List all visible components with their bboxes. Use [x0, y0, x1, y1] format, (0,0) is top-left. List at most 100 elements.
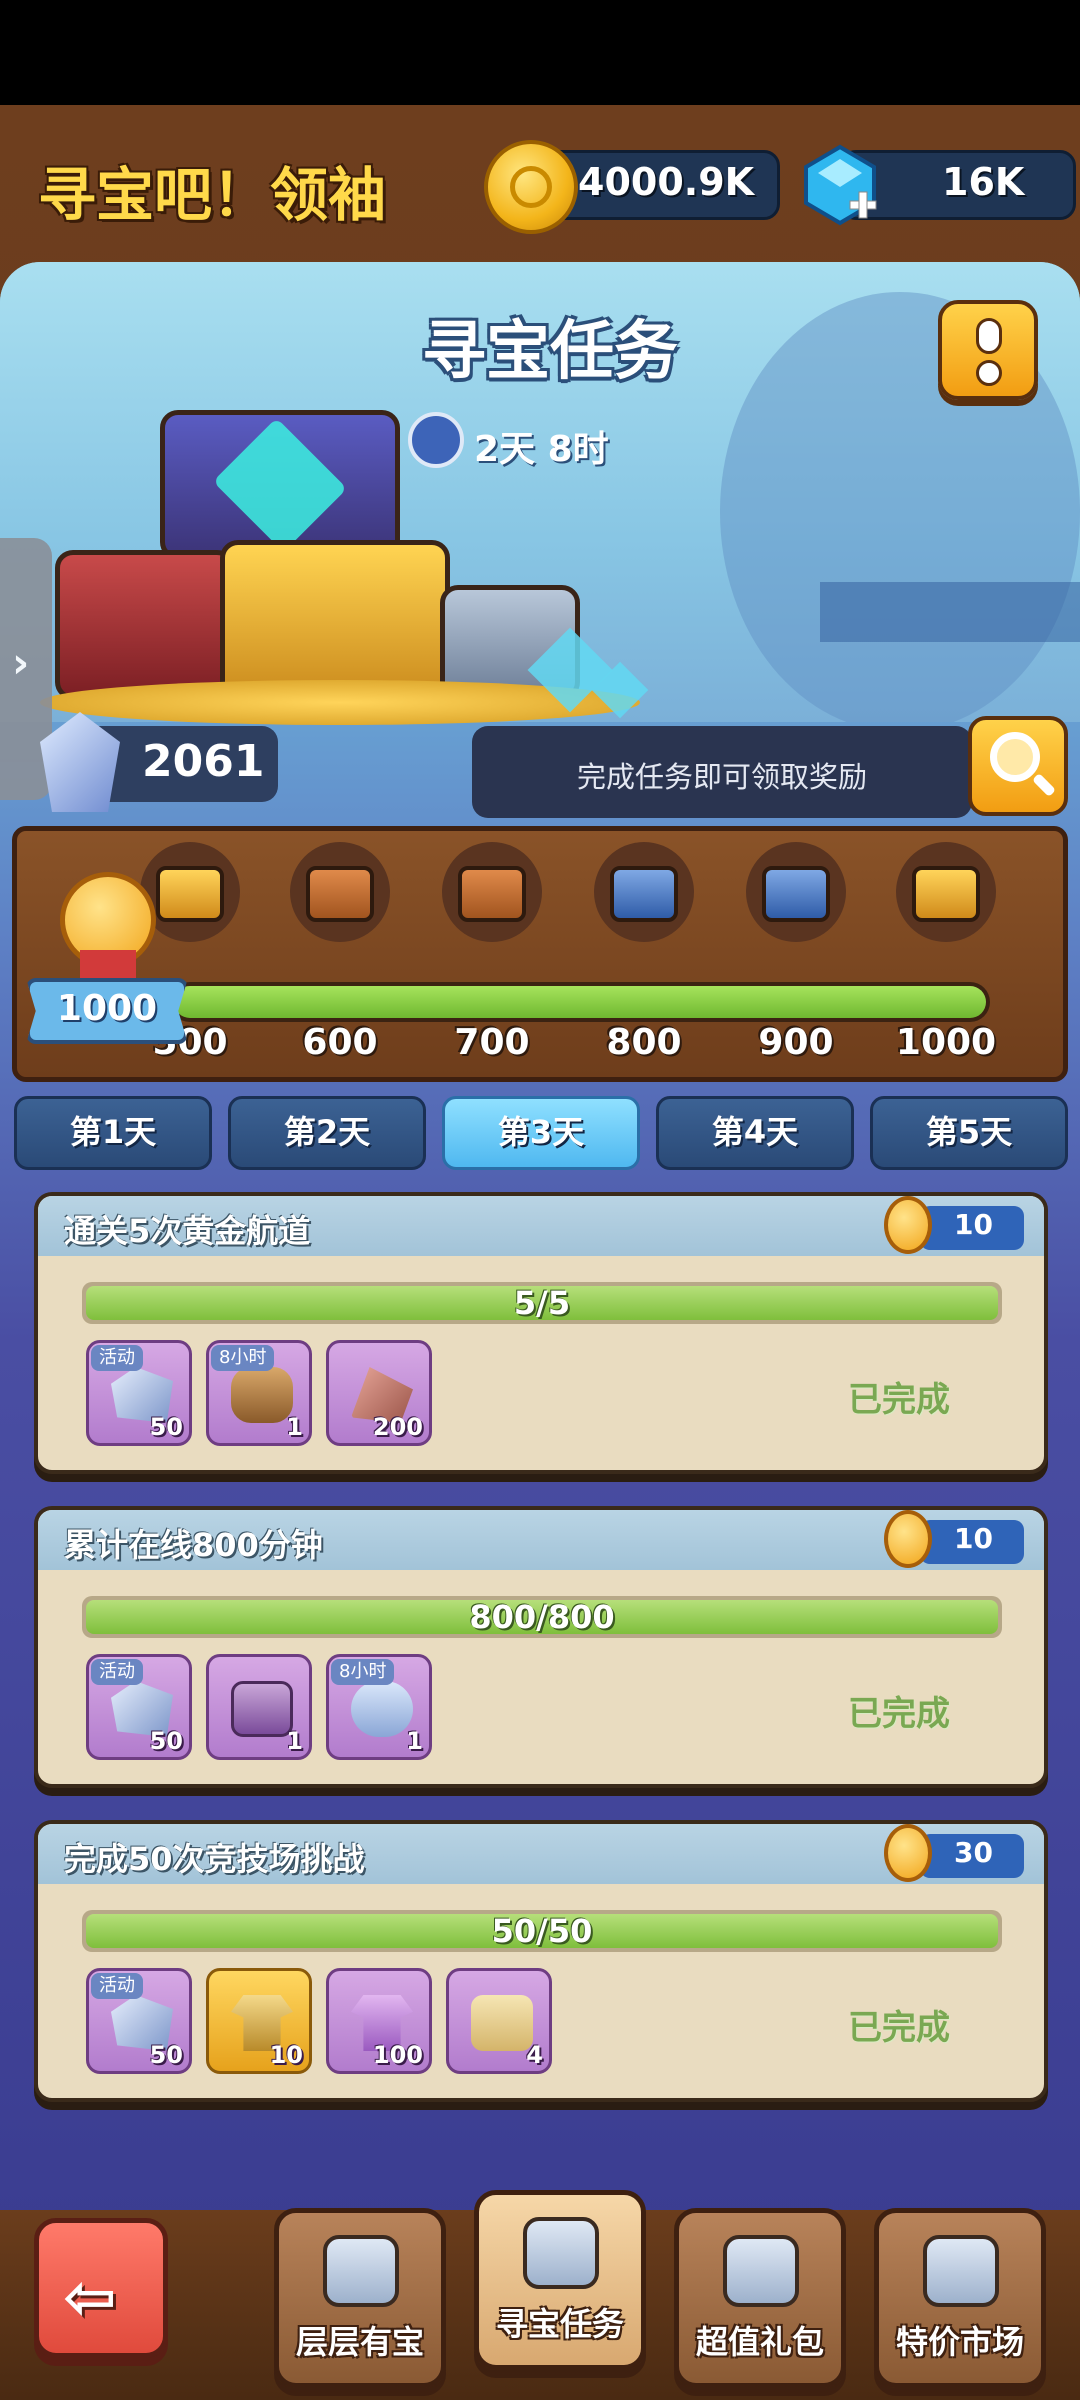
info-button[interactable] [938, 300, 1038, 400]
nav-button-3[interactable]: 超值礼包 [674, 2208, 846, 2388]
milestone-5[interactable] [746, 842, 846, 942]
nav-button-2[interactable]: 寻宝任务 [474, 2190, 646, 2370]
reward-item[interactable]: 100 [326, 1968, 432, 2074]
milestone-4[interactable] [594, 842, 694, 942]
points-medal-icon [884, 1824, 932, 1882]
scroll-icon [471, 1995, 533, 2051]
gold-chest-icon [156, 866, 224, 922]
task-title: 通关5次黄金航道 [64, 1212, 311, 1250]
reward-item[interactable]: 8小时 1 [326, 1654, 432, 1760]
task-title: 完成50次竞技场挑战 [64, 1840, 365, 1878]
gem-plus-icon[interactable] [800, 143, 880, 231]
reward-item[interactable]: 8小时 1 [206, 1340, 312, 1446]
info-icon [976, 318, 1002, 354]
reward-count: 1 [286, 1727, 303, 1755]
event-timer: 2天 8时 [474, 429, 609, 470]
chest-icon [231, 1681, 293, 1737]
game-title: 寻宝吧！领袖 [38, 161, 387, 229]
red-chest-art [55, 550, 235, 700]
reward-item[interactable]: 活动 50 [86, 1340, 192, 1446]
tab-day-3[interactable]: 第3天 [442, 1096, 640, 1170]
current-points: 1000 [56, 988, 158, 1029]
task-status: 已完成 [848, 2008, 950, 2048]
nav-button-4[interactable]: 特价市场 [874, 2208, 1046, 2388]
milestone-6[interactable] [896, 842, 996, 942]
reward-count: 200 [372, 1413, 423, 1441]
nav-label: 寻宝任务 [495, 2305, 624, 2343]
coin-icon [484, 140, 578, 234]
reward-count: 50 [149, 1727, 183, 1755]
milestone-label: 1000 [895, 1022, 997, 1063]
task-progress-text: 800/800 [469, 1598, 615, 1636]
milestone-label: 600 [302, 1022, 378, 1063]
crystal-count: 2061 [142, 736, 265, 787]
brown-chest-icon [306, 866, 374, 922]
task-card: 累计在线800分钟 10 800/800 已完成 活动 50 1 8小时 1 [34, 1506, 1048, 1788]
reward-tag: 活动 [91, 1345, 143, 1371]
points-medal-icon [884, 1196, 932, 1254]
coin-value: 4000.9K [578, 160, 755, 204]
reward-count: 50 [149, 1413, 183, 1441]
tab-day-1[interactable]: 第1天 [14, 1096, 212, 1170]
blue-chest-icon [762, 866, 830, 922]
clipboard-icon [523, 2217, 599, 2289]
reward-count: 1 [286, 1413, 303, 1441]
task-status: 已完成 [848, 1694, 950, 1734]
reward-count: 4 [526, 2041, 543, 2069]
reward-count: 50 [149, 2041, 183, 2069]
reward-item[interactable]: 4 [446, 1968, 552, 2074]
tab-day-4[interactable]: 第4天 [656, 1096, 854, 1170]
shop-icon [923, 2235, 999, 2307]
task-progress-text: 5/5 [513, 1284, 571, 1322]
nav-label: 层层有宝 [295, 2323, 424, 2361]
search-button[interactable] [968, 716, 1068, 816]
reward-count: 100 [372, 2041, 423, 2069]
reward-item[interactable]: 活动 50 [86, 1968, 192, 2074]
points-medal-icon [884, 1510, 932, 1568]
task-card: 完成50次竞技场挑战 30 50/50 已完成 活动 50 10 100 4 [34, 1820, 1048, 2102]
clock-icon [408, 412, 464, 468]
milestone-label: 700 [454, 1022, 530, 1063]
milestone-progress-fill [174, 986, 986, 1018]
magnifier-icon [990, 732, 1040, 782]
nav-label: 超值礼包 [695, 2323, 824, 2361]
hint-text: 完成任务即可领取奖励 [576, 760, 867, 794]
tab-day-2[interactable]: 第2天 [228, 1096, 426, 1170]
nav-label: 特价市场 [895, 2323, 1024, 2361]
milestone-2[interactable] [290, 842, 390, 942]
reward-tag: 8小时 [331, 1659, 395, 1685]
back-button[interactable]: ⇦ [34, 2218, 168, 2358]
gem-value: 16K [942, 160, 1025, 204]
task-points: 10 [954, 1522, 993, 1555]
reward-item[interactable]: 1 [206, 1654, 312, 1760]
milestone-label: 800 [606, 1022, 682, 1063]
status-bar [0, 0, 1080, 105]
reward-tag: 活动 [91, 1659, 143, 1685]
chevron-right-icon: › [12, 638, 30, 687]
nav-button-1[interactable]: 层层有宝 [274, 2208, 446, 2388]
reward-item[interactable]: 200 [326, 1340, 432, 1446]
task-card: 通关5次黄金航道 10 5/5 已完成 活动 50 8小时 1 200 [34, 1192, 1048, 1474]
tab-day-5[interactable]: 第5天 [870, 1096, 1068, 1170]
event-title: 寻宝任务 [422, 315, 678, 389]
reward-tag: 8小时 [211, 1345, 275, 1371]
logs-icon [231, 1367, 293, 1423]
reward-tag: 活动 [91, 1973, 143, 1999]
task-points: 30 [954, 1836, 993, 1869]
blue-chest-icon [610, 866, 678, 922]
arrow-left-icon: ⇦ [63, 2261, 117, 2335]
reward-item[interactable]: 活动 50 [86, 1654, 192, 1760]
gold-chest-icon [912, 866, 980, 922]
task-title: 累计在线800分钟 [64, 1526, 323, 1564]
task-points: 10 [954, 1208, 993, 1241]
brown-chest-icon [458, 866, 526, 922]
reward-item[interactable]: 10 [206, 1968, 312, 2074]
task-status: 已完成 [848, 1380, 950, 1420]
milestone-3[interactable] [442, 842, 542, 942]
tower-icon [323, 2235, 399, 2307]
gift-icon [723, 2235, 799, 2307]
task-progress-text: 50/50 [491, 1912, 593, 1950]
cloud-icon [351, 1681, 413, 1737]
reward-count: 1 [406, 1727, 423, 1755]
reward-count: 10 [269, 2041, 303, 2069]
